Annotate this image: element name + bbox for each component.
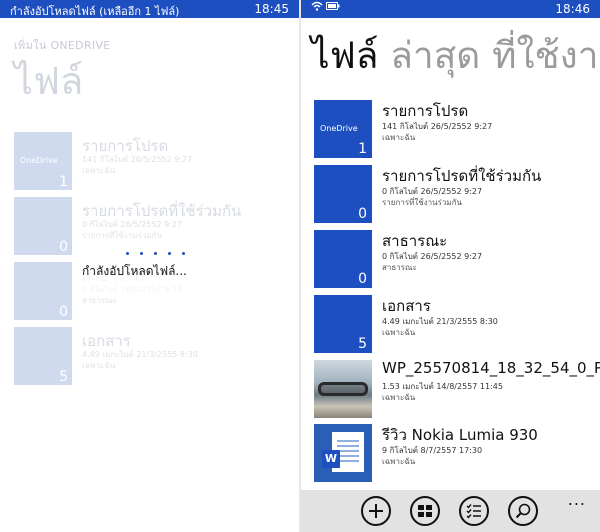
page-title: ไฟล์: [14, 59, 84, 103]
word-icon: W: [322, 450, 340, 468]
onedrive-logo: OneDrive: [320, 124, 358, 133]
view-toggle-button[interactable]: [410, 496, 440, 526]
search-icon: [515, 503, 531, 519]
upload-progress-overlay: กำลังอัปโหลดไฟล์...: [0, 252, 299, 292]
item-count: 0: [358, 206, 367, 222]
item-count: 1: [59, 174, 68, 190]
item-sharing: สาธารณะ: [82, 296, 117, 305]
list-item[interactable]: W รีวิว Nokia Lumia 930 9 กิโลไบต์ 8/7/2…: [314, 424, 600, 482]
folder-tile: 5: [14, 327, 72, 385]
item-count: 5: [358, 336, 367, 352]
battery-icon: [326, 2, 340, 10]
folder-tile[interactable]: 0: [314, 165, 372, 223]
item-sharing: รายการที่ใช้งานร่วมกัน: [382, 198, 462, 207]
list-item[interactable]: WP_25570814_18_32_54_0_Pro 1.53 เมกะไบต์…: [314, 359, 600, 418]
sunglasses-image: [318, 382, 368, 396]
search-button[interactable]: [508, 496, 538, 526]
upload-screen: กำลังอัปโหลดไฟล์ (เหลืออีก 1 ไฟล์) 18:45…: [0, 0, 299, 532]
list-item: OneDrive 1 รายการโปรด 141 กิโลไบต์ 26/5/…: [14, 132, 294, 190]
word-doc-tile[interactable]: W: [314, 424, 372, 482]
item-sharing: รายการที่ใช้งานร่วมกัน: [82, 231, 162, 240]
more-button[interactable]: ...: [568, 490, 586, 509]
item-name[interactable]: WP_25570814_18_32_54_0_Pro: [382, 359, 600, 377]
list-item[interactable]: 0 สาธารณะ 0 กิโลไบต์ 26/5/2552 9:27 สาธา…: [314, 230, 600, 288]
item-sharing: เฉพาะฉัน: [82, 166, 116, 175]
status-time: 18:45: [254, 2, 289, 16]
item-count: 5: [59, 369, 68, 385]
item-count: 1: [358, 141, 367, 157]
checklist-icon: [466, 504, 481, 519]
add-icon: [369, 504, 383, 518]
select-grid-icon: [418, 505, 432, 517]
pivot-header: ไฟล์ ล่าสุด ที่ใช้งาน: [311, 26, 600, 85]
list-item[interactable]: 5 เอกสาร 4.49 เมกะไบต์ 21/3/2555 8:30 เฉ…: [314, 295, 600, 353]
pivot-tab-recent[interactable]: ล่าสุด ที่ใช้งาน: [390, 34, 600, 77]
folder-tile[interactable]: OneDrive 1: [314, 100, 372, 158]
list-item[interactable]: OneDrive 1 รายการโปรด 141 กิโลไบต์ 26/5/…: [314, 100, 600, 158]
app-bar: ...: [301, 490, 600, 532]
select-button[interactable]: [459, 496, 489, 526]
item-sharing: เฉพาะฉัน: [382, 393, 416, 402]
status-time: 18:46: [555, 2, 590, 16]
status-glyphs: [311, 1, 340, 11]
onedrive-logo: OneDrive: [20, 156, 58, 165]
item-sharing: สาธารณะ: [382, 263, 417, 272]
folder-tile: 0: [14, 197, 72, 255]
folder-tile[interactable]: 5: [314, 295, 372, 353]
files-screen: 18:46 ไฟล์ ล่าสุด ที่ใช้งาน OneDrive 1 ร…: [301, 0, 600, 532]
item-count: 0: [358, 271, 367, 287]
list-item: 5 เอกสาร 4.49 เมกะไบต์ 21/3/2555 8:30 เฉ…: [14, 327, 294, 385]
progress-dots: [126, 252, 185, 255]
add-button[interactable]: [361, 496, 391, 526]
item-sharing: เฉพาะฉัน: [382, 133, 416, 142]
pivot-tab-files[interactable]: ไฟล์: [311, 34, 378, 77]
item-sharing: เฉพาะฉัน: [382, 328, 416, 337]
item-sharing: เฉพาะฉัน: [382, 457, 416, 466]
wifi-icon: [311, 1, 323, 11]
photo-thumbnail[interactable]: [314, 360, 372, 418]
status-bar: 18:46: [301, 0, 600, 18]
folder-tile[interactable]: 0: [314, 230, 372, 288]
item-count: 0: [59, 304, 68, 320]
folder-tile: OneDrive 1: [14, 132, 72, 190]
status-bar: กำลังอัปโหลดไฟล์ (เหลืออีก 1 ไฟล์) 18:45: [0, 0, 299, 18]
list-item[interactable]: 0 รายการโปรดที่ใช้ร่วมกัน 0 กิโลไบต์ 26/…: [314, 165, 600, 223]
item-sharing: เฉพาะฉัน: [82, 361, 116, 370]
list-item: 0 รายการโปรดที่ใช้ร่วมกัน 0 กิโลไบต์ 26/…: [14, 197, 294, 255]
upload-progress-text: กำลังอัปโหลดไฟล์...: [82, 264, 187, 278]
